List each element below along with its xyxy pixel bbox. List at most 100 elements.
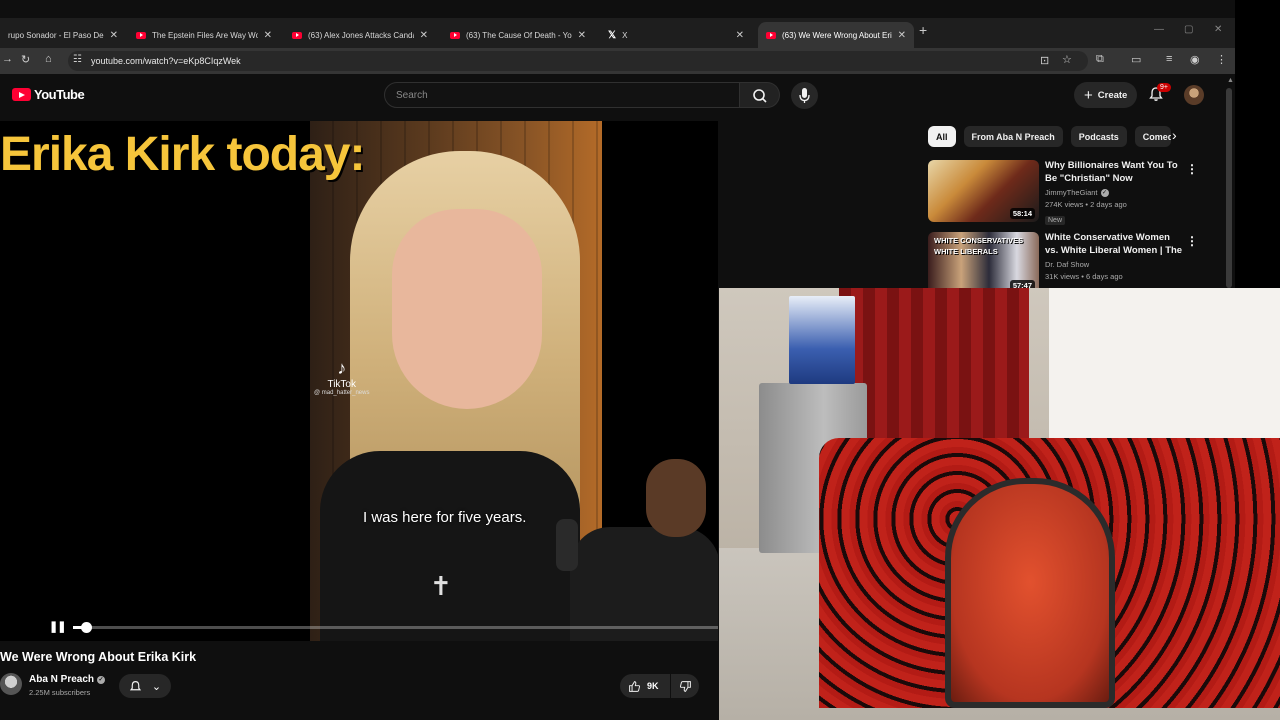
media-icon[interactable]: ≡ [1166,53,1172,65]
recommendation-item[interactable]: 58:14 Why Billionaires Want You To Be "C… [928,160,1228,226]
duration-badge: 58:14 [1009,208,1035,219]
recommendation-meta: 274K views • 2 days ago [1045,200,1127,209]
channel-name: Aba N Preach [29,674,95,685]
recommendation-title[interactable]: White Conservative Women vs. White Liber… [1045,232,1185,257]
recommendation-info: Why Billionaires Want You To Be "Christi… [1045,160,1185,227]
reload-icon[interactable]: ↻ [21,53,30,66]
filter-chips: All From Aba N Preach Podcasts Comed [928,126,1171,148]
create-button[interactable]: + Create [1074,82,1138,108]
tab-title: X [622,30,628,40]
scrubber-handle[interactable] [80,622,92,633]
forward-icon[interactable]: → [2,53,13,65]
install-app-icon[interactable]: ⊡ [1040,54,1049,67]
tab-title: The Epstein Files Are Way Wors [152,30,258,40]
notification-badge: 9+ [1157,83,1171,92]
youtube-logo[interactable]: YouTube [12,87,85,102]
channel-avatar[interactable] [0,673,22,695]
cross-necklace-icon: ✝ [430,571,452,601]
tab-title: (63) Alex Jones Attacks Candac [308,30,414,40]
chip-from-channel[interactable]: From Aba N Preach [963,126,1063,147]
voice-search-button[interactable] [791,82,818,109]
thumbnail-text: WHITE CONSERVATIVES WHITE LIBERALS [934,235,1023,257]
search-icon [753,89,767,103]
tab-5[interactable]: 𝕏 X ✕ [600,22,752,48]
x-icon: 𝕏 [608,29,617,41]
thumbnail-text-line: WHITE CONSERVATIVES WHITE LIBERALS [934,236,1024,256]
woman-face [392,209,542,409]
chip-comedy[interactable]: Comed [1134,126,1171,147]
video-thumbnail[interactable]: WHITE CONSERVATIVES WHITE LIBERALS 57:47 [928,232,1039,294]
chip-podcasts[interactable]: Podcasts [1070,126,1127,147]
profile-icon[interactable]: ◉ [1190,53,1200,66]
close-icon[interactable]: ✕ [898,30,906,41]
tab-6-active[interactable]: (63) We Were Wrong About Eri ✕ [758,22,914,48]
window-close-icon[interactable]: ✕ [1214,24,1222,35]
tiktok-icon: ♪ [337,358,347,378]
player-controls: ❚❚ [0,611,718,641]
tab-title: (63) The Cause Of Death - YouT [466,30,572,40]
chevron-down-icon: ⌄ [151,680,162,693]
account-avatar[interactable] [1184,85,1204,105]
youtube-logo-text: YouTube [34,87,85,102]
search-input[interactable]: Search [384,82,740,108]
recommendation-title[interactable]: Why Billionaires Want You To Be "Christi… [1045,160,1185,185]
bookmark-star-icon[interactable]: ☆ [1062,53,1072,66]
more-options-icon[interactable]: ⋮ [1186,162,1198,176]
beer-box [789,296,855,384]
close-icon[interactable]: ✕ [736,30,744,41]
chevron-right-icon[interactable]: › [1172,127,1177,143]
video-overlay-title: Erika Kirk today: [0,128,365,181]
tab-3[interactable]: (63) Alex Jones Attacks Candac ✕ [284,22,436,48]
tiktok-watermark: ♪ TikTok @ mad_hatter_news [314,358,370,396]
recommendation-info: White Conservative Women vs. White Liber… [1045,232,1185,281]
recommendation-channel: JimmyTheGiant [1045,188,1098,197]
address-bar[interactable]: ☷ youtube.com/watch?v=eKp8CIqzWek ⊡ ☆ [68,51,1088,71]
new-tab-plus-icon[interactable]: + [919,22,927,38]
scroll-up-arrow-icon[interactable]: ▲ [1227,77,1234,84]
close-icon[interactable]: ✕ [264,30,272,41]
progress-bar[interactable] [73,626,718,629]
more-options-icon[interactable]: ⋮ [1186,234,1198,248]
recommendation-meta: 31K views • 6 days ago [1045,272,1123,281]
page-scrollbar[interactable] [1226,88,1232,288]
subscriber-count: 2.25M subscribers [29,688,91,697]
recommendation-channel-row[interactable]: JimmyTheGiant ✓ [1045,188,1185,197]
site-settings-icon[interactable]: ☷ [73,54,82,65]
video-thumbnail[interactable]: 58:14 [928,160,1039,222]
close-icon[interactable]: ✕ [578,30,586,41]
video-title: We Were Wrong About Erika Kirk [0,650,197,664]
youtube-icon [450,31,460,39]
verified-check-icon: ✓ [1100,188,1109,197]
video-caption: I was here for five years. [363,509,527,526]
split-view-icon[interactable]: ▭ [1131,53,1141,66]
extensions-icon[interactable]: ⧉ [1096,53,1104,66]
menu-kebab-icon[interactable]: ⋮ [1216,53,1227,66]
dislike-button[interactable] [671,674,699,698]
subscription-bell-button[interactable]: ⌄ [119,674,171,698]
recommendation-channel: Dr. Daf Show [1045,260,1090,269]
like-count: 9K [647,681,659,691]
like-button[interactable]: 9K [620,674,670,698]
tab-1[interactable]: rupo Sonador - El Paso Del Gi ✕ [0,22,126,48]
tab-title: rupo Sonador - El Paso Del Gi [8,30,104,40]
restore-icon[interactable]: ▢ [1184,24,1193,35]
video-player[interactable]: ✝ Erika Kirk today: ♪ TikTok @ mad_hatte… [0,121,718,641]
youtube-icon [292,31,302,39]
plus-icon: + [1084,86,1093,104]
tiktok-handle: @ mad_hatter_news [314,389,370,396]
recommendation-channel-row[interactable]: Dr. Daf Show [1045,260,1185,269]
minimize-icon[interactable]: — [1154,24,1164,35]
close-icon[interactable]: ✕ [420,30,428,41]
verified-check-icon: ✓ [97,675,106,684]
channel-name-row[interactable]: Aba N Preach ✓ [29,674,106,685]
host-head [646,459,706,537]
close-icon[interactable]: ✕ [110,30,118,41]
chip-all[interactable]: All [928,126,956,147]
tab-4[interactable]: (63) The Cause Of Death - YouT ✕ [442,22,594,48]
search-button[interactable] [740,82,780,108]
home-icon[interactable]: ⌂ [45,53,52,65]
webcam-overlay [719,288,1280,720]
pause-icon[interactable]: ❚❚ [49,620,66,633]
tab-2[interactable]: The Epstein Files Are Way Wors ✕ [128,22,280,48]
podcast-mic [556,519,578,571]
